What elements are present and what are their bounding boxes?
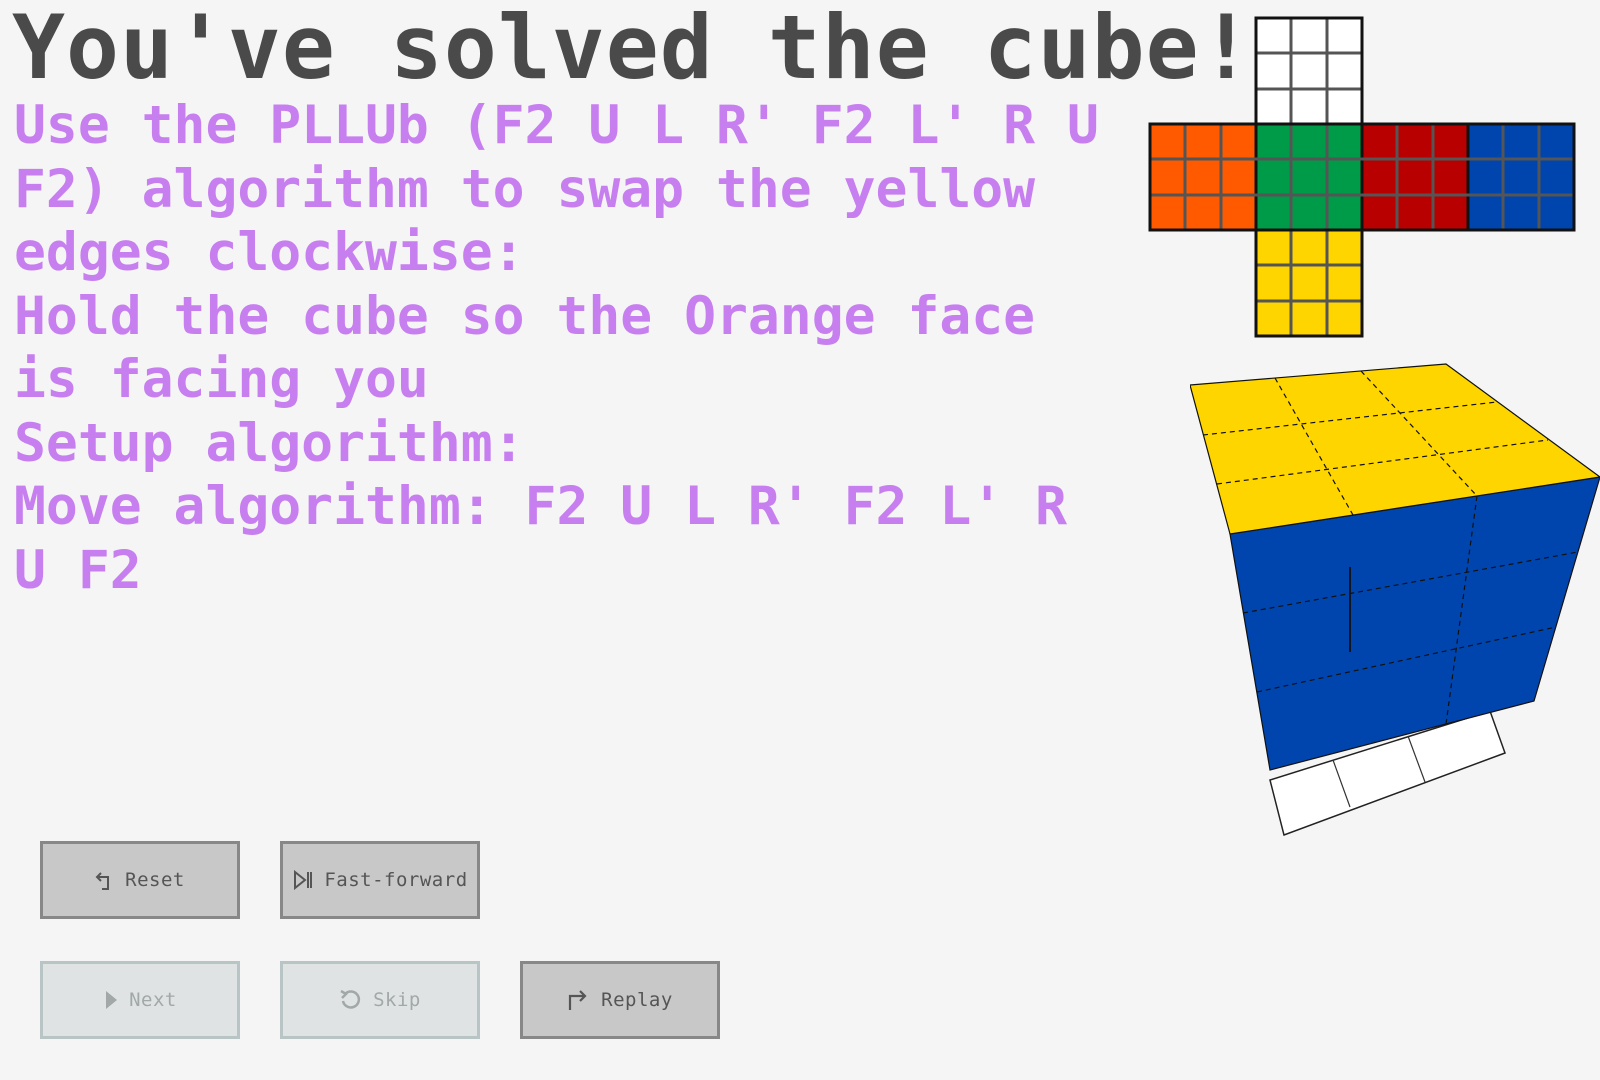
net-face-back (1466, 122, 1576, 232)
cube-3d-view[interactable] (1190, 362, 1600, 842)
net-face-bottom (1254, 228, 1364, 338)
skip-button[interactable]: Skip (280, 961, 480, 1039)
skip-to-end-icon (292, 869, 314, 891)
cube-net (1148, 16, 1576, 338)
net-face-front (1254, 122, 1364, 232)
reset-label: Reset (125, 869, 185, 891)
page-title: You've solved the cube! (12, 0, 1254, 99)
fast-forward-button[interactable]: Fast-forward (280, 841, 480, 919)
net-face-top (1254, 16, 1364, 126)
net-face-right (1360, 122, 1470, 232)
skip-label: Skip (373, 989, 421, 1011)
replay-label: Replay (601, 989, 673, 1011)
instruction-setup: Setup algorithm: (14, 412, 525, 474)
rotate-ccw-icon (339, 988, 363, 1012)
instruction-algorithm: Use the PLLUb (F2 U L R' F2 L' R U F2) a… (14, 95, 1099, 283)
next-label: Next (129, 989, 177, 1011)
reset-button[interactable]: Reset (40, 841, 240, 919)
share-arrow-icon (567, 988, 591, 1012)
instruction-move: Move algorithm: F2 U L R' F2 L' R U F2 (14, 476, 1067, 601)
next-button[interactable]: Next (40, 961, 240, 1039)
net-face-left (1148, 122, 1258, 232)
fast-forward-label: Fast-forward (324, 869, 468, 891)
instructions-text: Use the PLLUb (F2 U L R' F2 L' R U F2) a… (14, 94, 1124, 602)
instruction-hold-cube: Hold the cube so the Orange face is faci… (14, 285, 1036, 411)
undo-icon (95, 869, 115, 891)
play-icon (103, 989, 119, 1011)
replay-button[interactable]: Replay (520, 961, 720, 1039)
